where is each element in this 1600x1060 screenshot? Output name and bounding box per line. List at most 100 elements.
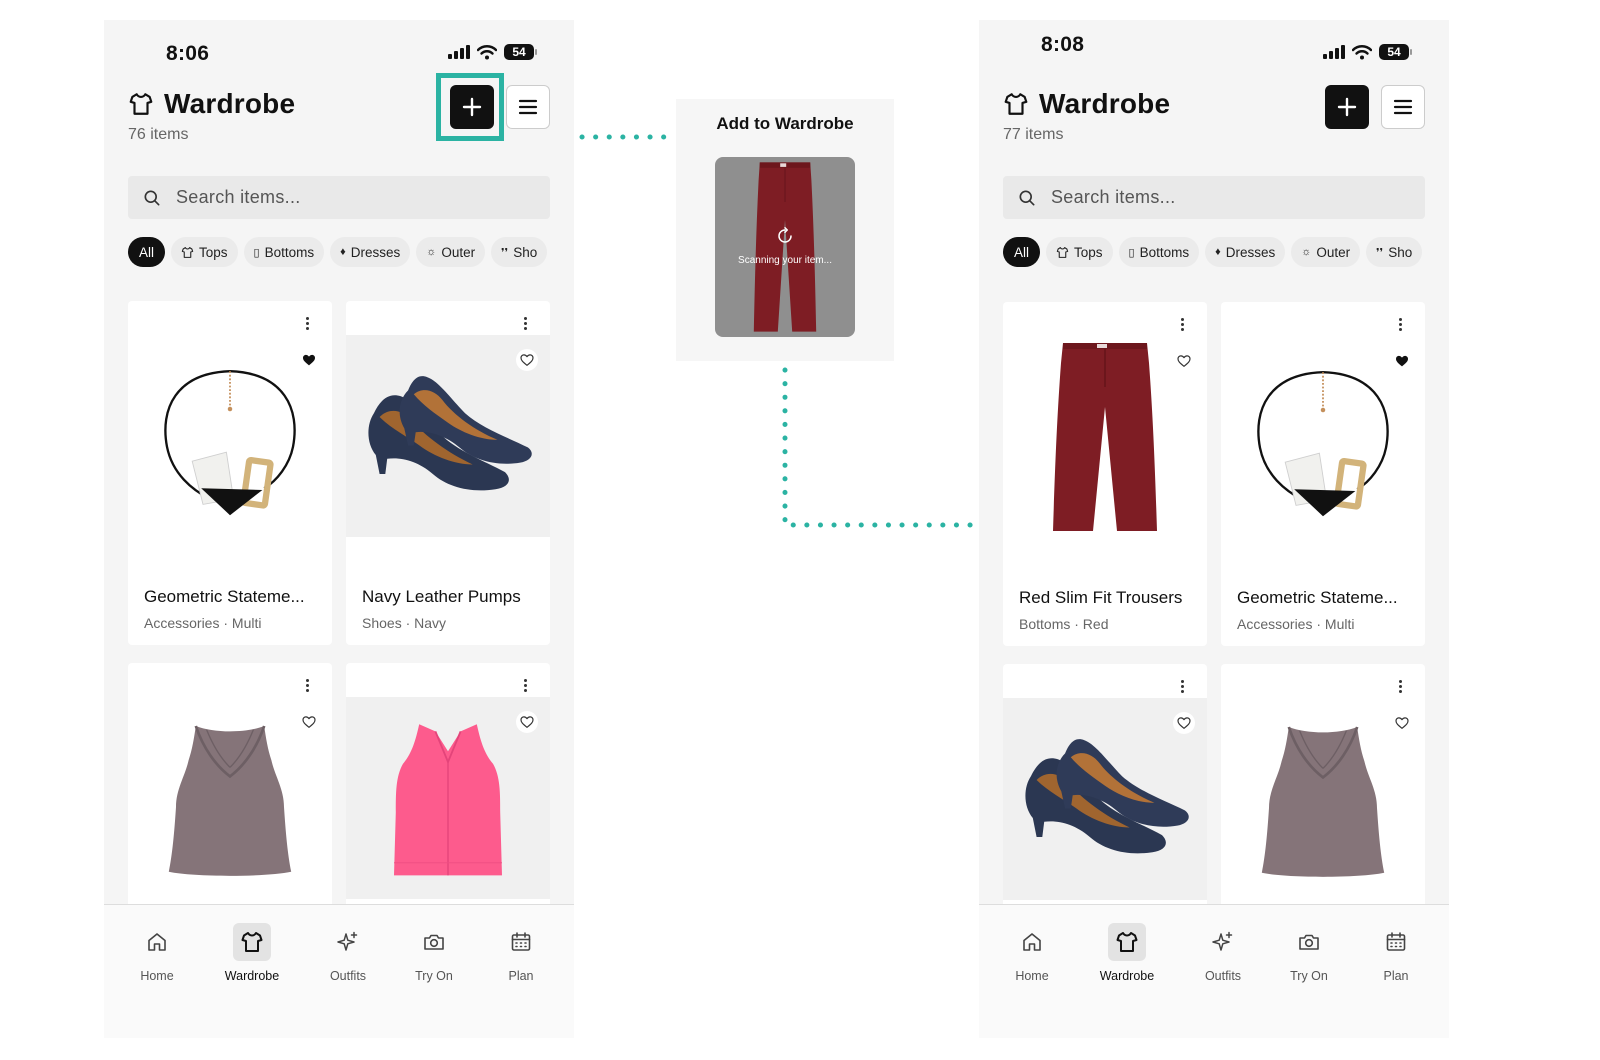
search-input[interactable]: Search items... — [128, 176, 550, 219]
outerwear-icon: ☼ — [426, 246, 437, 258]
tab-wardrobe[interactable]: Wardrobe — [217, 923, 287, 983]
item-count: 76 items — [128, 126, 189, 143]
chip-tops[interactable]: Tops — [171, 237, 238, 267]
sparkles-icon — [1211, 930, 1235, 954]
calendar-icon — [509, 930, 533, 954]
add-item-button[interactable] — [450, 85, 494, 129]
search-input[interactable]: Search items... — [1003, 176, 1425, 219]
chip-label: Bottoms — [1139, 244, 1190, 260]
tab-home[interactable]: Home — [997, 923, 1067, 983]
chip-bottoms[interactable]: ▯ Bottoms — [243, 237, 325, 267]
wardrobe-item-card[interactable]: Red Slim Fit Trousers Bottoms · Red — [1003, 302, 1207, 646]
more-options-icon[interactable] — [304, 317, 310, 331]
plus-icon — [1335, 95, 1359, 119]
shirt-icon — [181, 246, 194, 259]
chip-label: All — [139, 244, 155, 260]
more-options-icon[interactable] — [1397, 680, 1403, 694]
wardrobe-item-card[interactable] — [128, 663, 332, 913]
search-placeholder: Search items... — [176, 187, 301, 207]
chip-label: Dresses — [350, 244, 401, 260]
phone-screen-before: 8:06 54 Wardrobe 76 items Search items..… — [104, 20, 574, 1038]
battery-icon: 54 — [1379, 44, 1412, 60]
item-image-red-trousers — [725, 157, 845, 337]
more-options-icon[interactable] — [1179, 318, 1185, 332]
dialog-title: Add to Wardrobe — [716, 114, 854, 133]
tab-home[interactable]: Home — [122, 923, 192, 983]
trousers-icon: ▯ — [253, 246, 260, 259]
wardrobe-item-card[interactable] — [1221, 664, 1425, 914]
tab-plan[interactable]: Plan — [1361, 923, 1431, 983]
favorite-filled-icon[interactable] — [298, 349, 320, 371]
shirt-icon — [240, 930, 264, 954]
wifi-icon — [477, 44, 497, 59]
status-icons: 54 — [1323, 44, 1412, 60]
favorite-outline-icon[interactable] — [516, 349, 538, 371]
dress-icon: ♦ — [1215, 246, 1221, 258]
category-filter-chips: All Tops ▯ Bottoms ♦ Dresses ☼ Outer ❜❜ Sho — [1003, 237, 1425, 269]
tab-outfits[interactable]: Outfits — [1188, 923, 1258, 983]
chip-all[interactable]: All — [128, 237, 166, 267]
tab-label: Home — [140, 969, 174, 983]
scanning-status-text: Scanning your item... — [738, 255, 832, 266]
chip-shoes[interactable]: ❜❜ Sho — [491, 237, 548, 267]
wardrobe-item-card[interactable]: Navy Leather Pumps Shoes · Navy — [346, 301, 550, 645]
tab-try-on[interactable]: Try On — [1274, 923, 1344, 983]
chip-dresses[interactable]: ♦ Dresses — [1205, 237, 1286, 267]
more-options-icon[interactable] — [522, 317, 528, 331]
favorite-outline-icon[interactable] — [1173, 712, 1195, 734]
chip-shoes[interactable]: ❜❜ Sho — [1366, 237, 1423, 267]
more-options-icon[interactable] — [1397, 318, 1403, 332]
chip-dresses[interactable]: ♦ Dresses — [330, 237, 411, 267]
chip-all[interactable]: All — [1003, 237, 1041, 267]
page-header: Wardrobe 76 items — [128, 88, 295, 144]
wardrobe-item-card[interactable] — [1003, 664, 1207, 914]
favorite-outline-icon[interactable] — [1391, 712, 1413, 734]
menu-button[interactable] — [1381, 85, 1425, 129]
more-options-icon[interactable] — [304, 679, 310, 693]
status-bar: 8:06 54 — [104, 20, 574, 80]
item-meta: Bottoms · Red — [1019, 616, 1109, 632]
tab-label: Wardrobe — [1099, 969, 1155, 983]
status-time: 8:08 — [1041, 33, 1085, 56]
favorite-outline-icon[interactable] — [298, 711, 320, 733]
cellular-signal-icon — [448, 45, 470, 59]
chip-outer[interactable]: ☼ Outer — [416, 237, 486, 267]
item-name: Geometric Stateme... — [144, 587, 305, 606]
tab-outfits[interactable]: Outfits — [313, 923, 383, 983]
favorite-outline-icon[interactable] — [1173, 350, 1195, 372]
tab-plan[interactable]: Plan — [486, 923, 556, 983]
wardrobe-item-card[interactable] — [346, 663, 550, 913]
tab-wardrobe[interactable]: Wardrobe — [1092, 923, 1162, 983]
item-meta: Accessories · Multi — [1237, 616, 1355, 632]
chip-label: Sho — [1388, 244, 1413, 260]
wardrobe-item-card[interactable]: Geometric Stateme... Accessories · Multi — [128, 301, 332, 645]
status-time: 8:06 — [166, 42, 210, 65]
favorite-outline-icon[interactable] — [516, 711, 538, 733]
shirt-icon — [1003, 91, 1029, 117]
chip-tops[interactable]: Tops — [1046, 237, 1113, 267]
item-meta: Shoes · Navy — [362, 615, 447, 631]
home-icon — [1020, 930, 1044, 954]
page-title: Wardrobe — [164, 88, 296, 119]
menu-button[interactable] — [506, 85, 550, 129]
cellular-signal-icon — [1323, 45, 1345, 59]
chip-label: Tops — [1074, 244, 1103, 260]
tab-try-on[interactable]: Try On — [399, 923, 469, 983]
chip-label: Outer — [1316, 244, 1351, 260]
item-name: Navy Leather Pumps — [362, 587, 521, 606]
tab-label: Try On — [415, 969, 453, 983]
item-name: Geometric Stateme... — [1237, 588, 1398, 607]
search-icon — [142, 188, 162, 208]
chip-label: All — [1014, 244, 1030, 260]
add-item-button[interactable] — [1325, 85, 1369, 129]
chip-bottoms[interactable]: ▯ Bottoms — [1118, 237, 1200, 267]
favorite-filled-icon[interactable] — [1391, 350, 1413, 372]
tab-label: Outfits — [1204, 969, 1242, 983]
more-options-icon[interactable] — [522, 679, 528, 693]
scanning-preview: Scanning your item... — [715, 157, 855, 337]
wardrobe-item-card[interactable]: Geometric Stateme... Accessories · Multi — [1221, 302, 1425, 646]
more-options-icon[interactable] — [1179, 680, 1185, 694]
camera-icon — [422, 930, 446, 954]
shoes-icon: ❜❜ — [1376, 246, 1384, 259]
chip-outer[interactable]: ☼ Outer — [1291, 237, 1361, 267]
